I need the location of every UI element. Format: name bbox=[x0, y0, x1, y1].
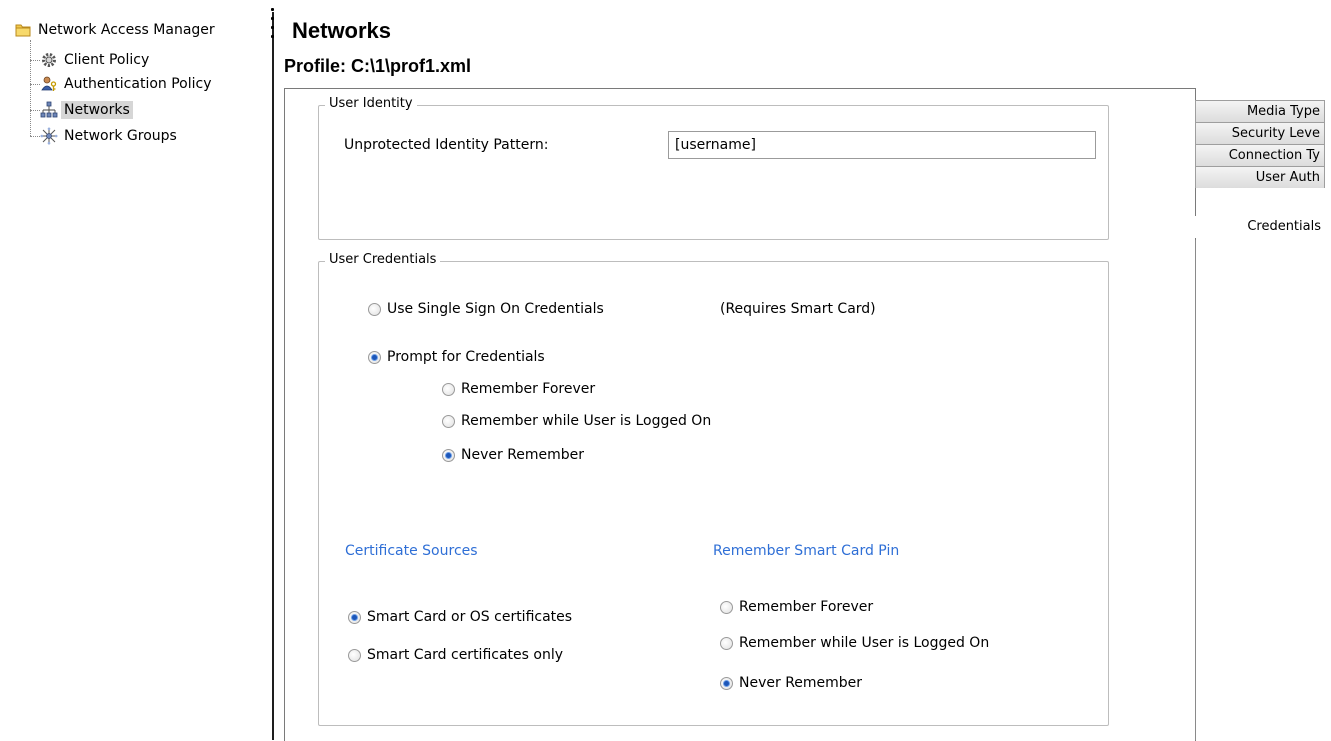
tree-item-client-policy[interactable]: Client Policy bbox=[40, 50, 152, 70]
user-identity-group: User Identity bbox=[318, 96, 1109, 240]
tree-item-label: Network Access Manager bbox=[38, 22, 215, 38]
smart-card-pin-heading: Remember Smart Card Pin bbox=[713, 543, 900, 559]
radio-label: Remember Forever bbox=[739, 599, 874, 615]
tree-connector-line bbox=[30, 60, 40, 61]
smart-card-or-os-radio[interactable]: Smart Card or OS certificates bbox=[348, 609, 572, 625]
radio-button[interactable] bbox=[442, 382, 455, 396]
tree-item-networks[interactable]: Networks bbox=[40, 100, 133, 120]
tree-item-label: Client Policy bbox=[64, 52, 150, 68]
pane-splitter[interactable] bbox=[272, 12, 274, 740]
radio-button[interactable] bbox=[720, 676, 733, 690]
radio-label: Smart Card certificates only bbox=[367, 647, 563, 663]
radio-button[interactable] bbox=[442, 414, 455, 428]
folder-icon bbox=[14, 21, 32, 39]
tree-connector-line bbox=[30, 110, 40, 111]
radio-label: Remember while User is Logged On bbox=[739, 635, 990, 651]
radio-button[interactable] bbox=[368, 302, 381, 316]
tree-item-root[interactable]: Network Access Manager bbox=[14, 20, 218, 40]
pin-remember-while-logged-on-radio[interactable]: Remember while User is Logged On bbox=[720, 635, 989, 651]
tab-credentials[interactable]: Credentials bbox=[1195, 216, 1325, 238]
tree-connector-line bbox=[30, 84, 40, 85]
identity-pattern-input[interactable] bbox=[668, 131, 1096, 159]
radio-label: Remember Forever bbox=[461, 381, 596, 397]
tab-media-type[interactable]: Media Type bbox=[1195, 100, 1325, 122]
never-remember-radio[interactable]: Never Remember bbox=[442, 447, 584, 463]
tree-item-label: Authentication Policy bbox=[64, 76, 212, 92]
splitter-grip[interactable] bbox=[269, 8, 275, 38]
gear-icon bbox=[40, 51, 58, 69]
radio-button[interactable] bbox=[368, 350, 381, 364]
sso-note: (Requires Smart Card) bbox=[720, 301, 876, 317]
group-title: User Identity bbox=[325, 96, 417, 111]
radio-label: Smart Card or OS certificates bbox=[367, 609, 573, 625]
navigation-tree: Network Access Manager Client Policy Aut… bbox=[0, 0, 272, 740]
tab-user-auth[interactable]: User Auth bbox=[1195, 166, 1325, 188]
prompt-credentials-radio[interactable]: Prompt for Credentials bbox=[368, 349, 545, 365]
page-title: Networks bbox=[292, 18, 392, 43]
tree-item-network-groups[interactable]: Network Groups bbox=[40, 126, 180, 146]
user-key-icon bbox=[40, 75, 58, 93]
radio-label: Prompt for Credentials bbox=[387, 349, 545, 365]
profile-path: Profile: C:\1\prof1.xml bbox=[284, 56, 472, 76]
tree-item-authentication-policy[interactable]: Authentication Policy bbox=[40, 74, 215, 94]
radio-label: Use Single Sign On Credentials bbox=[387, 301, 604, 317]
identity-pattern-label: Unprotected Identity Pattern: bbox=[344, 137, 549, 153]
radio-label: Never Remember bbox=[739, 675, 863, 691]
tab-pane-divider bbox=[1195, 240, 1196, 740]
tree-item-label: Networks bbox=[61, 101, 133, 119]
radio-button[interactable] bbox=[720, 600, 733, 614]
radio-button[interactable] bbox=[442, 448, 455, 462]
tab-connection-type[interactable]: Connection Ty bbox=[1195, 144, 1325, 166]
tree-connector-line bbox=[30, 136, 40, 137]
remember-while-logged-on-radio[interactable]: Remember while User is Logged On bbox=[442, 413, 711, 429]
radio-button[interactable] bbox=[720, 636, 733, 650]
sso-credentials-radio[interactable]: Use Single Sign On Credentials bbox=[368, 301, 604, 317]
group-title: User Credentials bbox=[325, 252, 441, 267]
certificate-sources-heading: Certificate Sources bbox=[345, 543, 478, 559]
radio-button[interactable] bbox=[348, 648, 361, 662]
radio-label: Remember while User is Logged On bbox=[461, 413, 712, 429]
tree-item-label: Network Groups bbox=[64, 128, 177, 144]
smart-card-only-radio[interactable]: Smart Card certificates only bbox=[348, 647, 563, 663]
radio-label: Never Remember bbox=[461, 447, 585, 463]
network-icon bbox=[40, 101, 58, 119]
network-groups-icon bbox=[40, 127, 58, 145]
tab-security-level[interactable]: Security Leve bbox=[1195, 122, 1325, 144]
tree-connector-line bbox=[30, 40, 31, 136]
pin-never-remember-radio[interactable]: Never Remember bbox=[720, 675, 862, 691]
remember-forever-radio[interactable]: Remember Forever bbox=[442, 381, 595, 397]
radio-button[interactable] bbox=[348, 610, 361, 624]
pin-remember-forever-radio[interactable]: Remember Forever bbox=[720, 599, 873, 615]
